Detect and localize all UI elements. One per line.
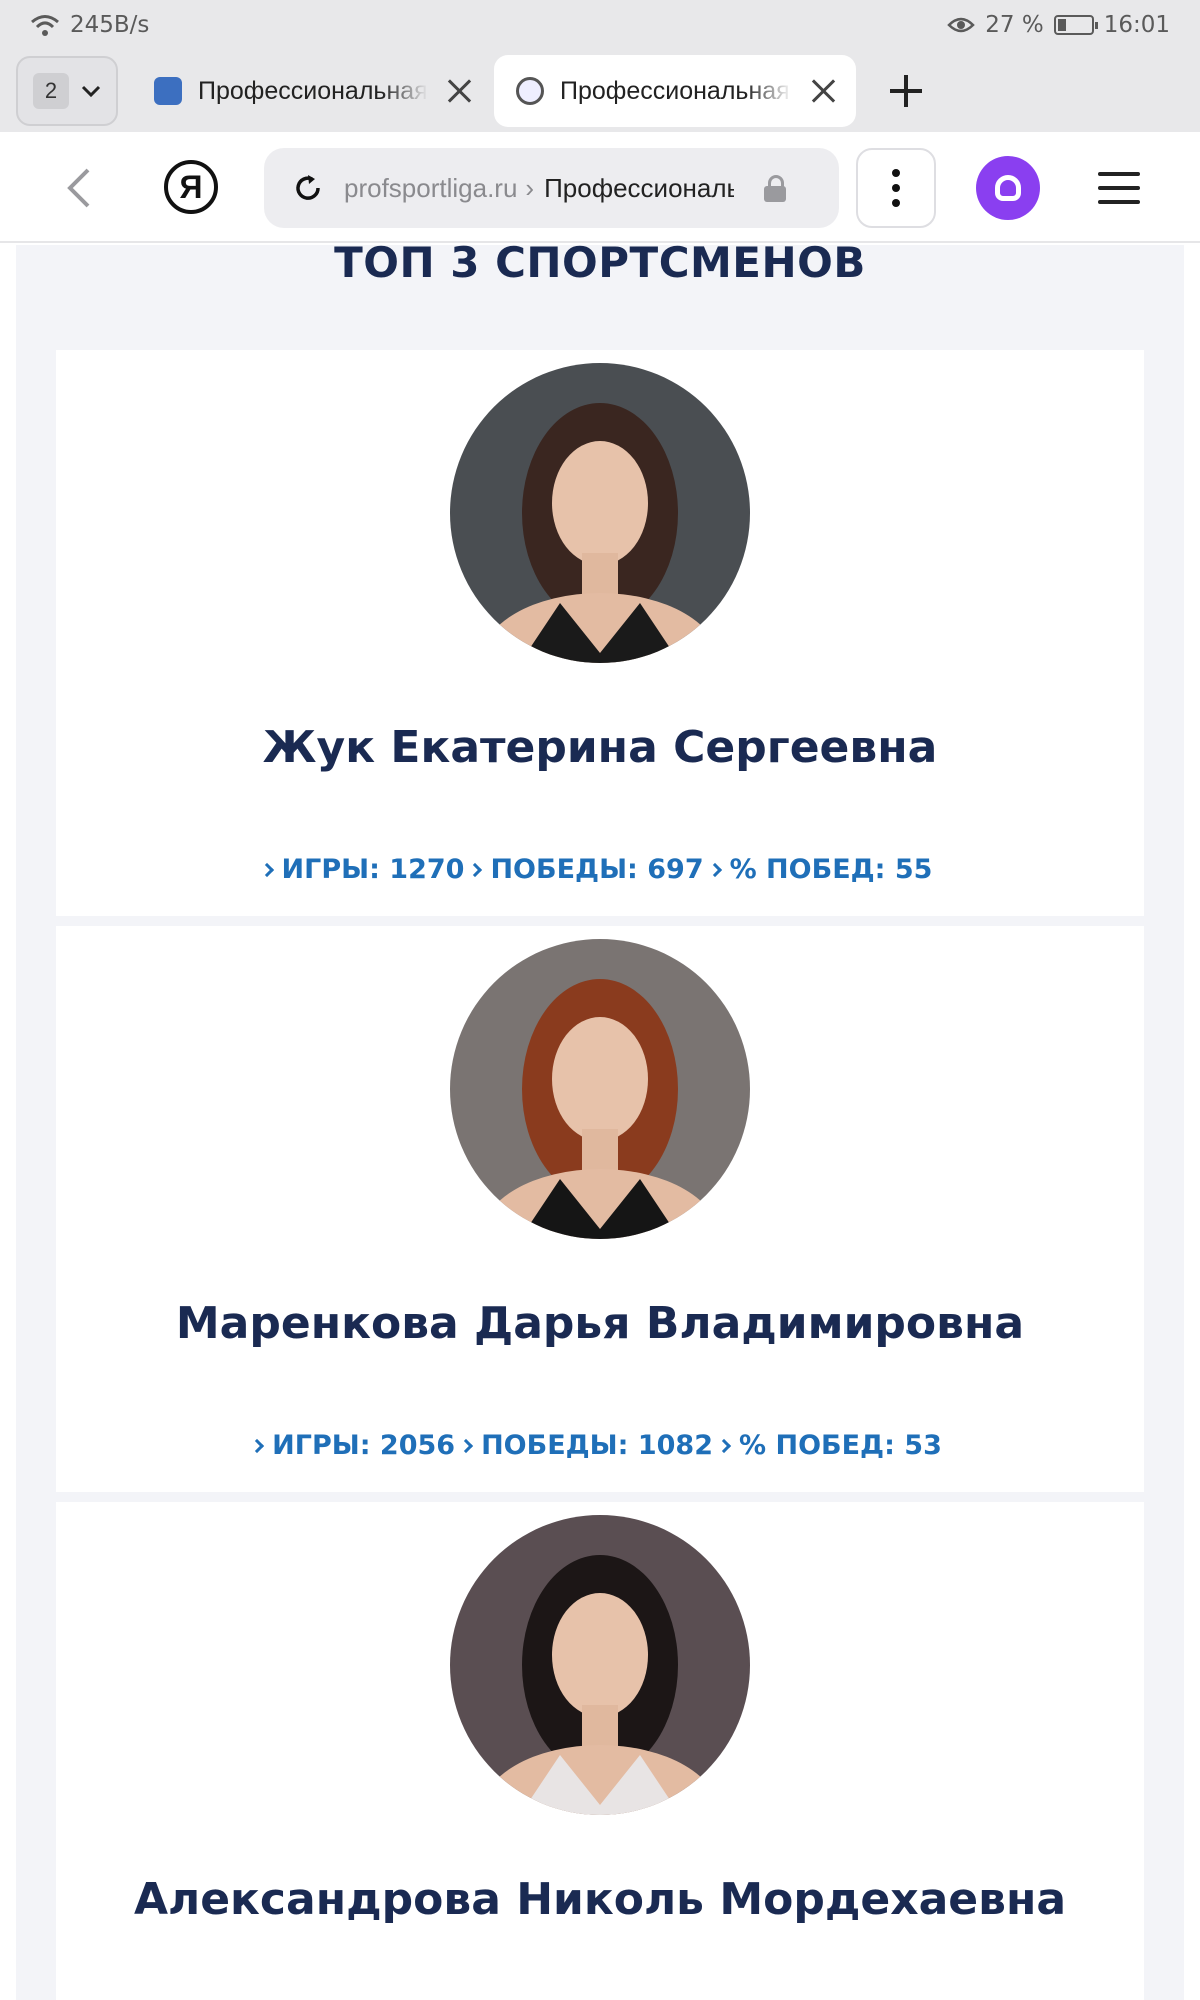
close-tab-icon[interactable] [444,76,474,106]
athlete-stats: ИГРЫ: 2056 ПОБЕДЫ: 1082 % ПОБЕД: 53 [56,1430,1144,1461]
chevron-right-icon [716,1438,732,1454]
back-arrow-icon[interactable] [62,168,98,208]
url-separator: › [525,172,535,203]
url-page-title: Профессиональная [544,172,735,203]
browser-tab-2[interactable]: Профессиональная [494,55,856,127]
chevron-right-icon [707,862,722,878]
athlete-stats: ИГРЫ: 1270 ПОБЕДЫ: 697 % ПОБЕД: 55 [56,854,1144,885]
alice-icon [995,175,1021,201]
clock: 16:01 [1103,12,1170,38]
eye-icon [947,17,976,33]
reload-icon[interactable] [292,172,324,204]
lock-icon [764,175,787,202]
network-speed: 245B/s [70,12,150,38]
tab-title: Профессиональная [560,76,790,105]
athlete-photo[interactable] [450,363,750,663]
athlete-name[interactable]: Маренкова Дарья Владимировна [56,1298,1144,1349]
chevron-right-icon [250,1438,265,1454]
address-bar[interactable]: profsportliga.ru › Профессиональная [264,148,839,228]
athlete-photo[interactable] [450,1515,750,1815]
chevron-right-icon [468,862,483,878]
stat-pct: % ПОБЕД: 55 [729,854,933,885]
tab-strip: 2 Профессиональная Профессиональная [0,50,1200,132]
athlete-card[interactable]: Маренкова Дарья Владимировна ИГРЫ: 2056 ПО… [56,926,1144,1492]
url-domain: profsportliga.ru [344,172,518,203]
chevron-down-icon [81,85,101,98]
battery-percent: 27 % [985,12,1044,38]
site-favicon-icon [154,77,182,105]
browser-toolbar: Я profsportliga.ru › Профессиональная [0,132,1200,243]
section-title: ТОП 3 СПОРТСМЕНОВ [334,238,866,287]
alice-assistant-button[interactable] [976,156,1040,220]
tab-count: 2 [33,73,69,109]
stat-games: ИГРЫ: 2056 [272,1430,456,1461]
battery-level [1057,19,1067,31]
more-options-button[interactable] [856,148,936,228]
new-tab-button[interactable] [876,61,936,121]
tab-title: Профессиональная [198,76,428,105]
chevron-right-icon [458,1438,474,1454]
athlete-card[interactable]: Александрова Николь Мордехаевна [56,1502,1144,2000]
stat-wins: ПОБЕДЫ: 1082 [481,1430,714,1461]
athlete-name[interactable]: Александрова Николь Мордехаевна [56,1874,1144,1925]
close-tab-icon[interactable] [808,76,838,106]
athlete-photo[interactable] [450,939,750,1239]
battery-icon [1053,15,1098,35]
stat-wins: ПОБЕДЫ: 697 [490,854,704,885]
tab-counter-button[interactable]: 2 [16,56,118,126]
athlete-card[interactable]: Жук Екатерина Сергеевна ИГРЫ: 1270 ПОБЕДЫ:… [56,350,1144,916]
site-favicon-icon [516,77,544,105]
athlete-name[interactable]: Жук Екатерина Сергеевна [56,722,1144,773]
chevron-right-icon [259,862,274,878]
wifi-icon [31,15,59,36]
stat-pct: % ПОБЕД: 53 [739,1430,942,1461]
stat-games: ИГРЫ: 1270 [281,854,465,885]
status-bar: 245B/s 27 % 16:01 [0,0,1200,50]
yandex-logo[interactable]: Я [164,160,218,214]
browser-tab-1[interactable]: Профессиональная [132,55,492,127]
hamburger-menu-icon[interactable] [1098,172,1140,204]
